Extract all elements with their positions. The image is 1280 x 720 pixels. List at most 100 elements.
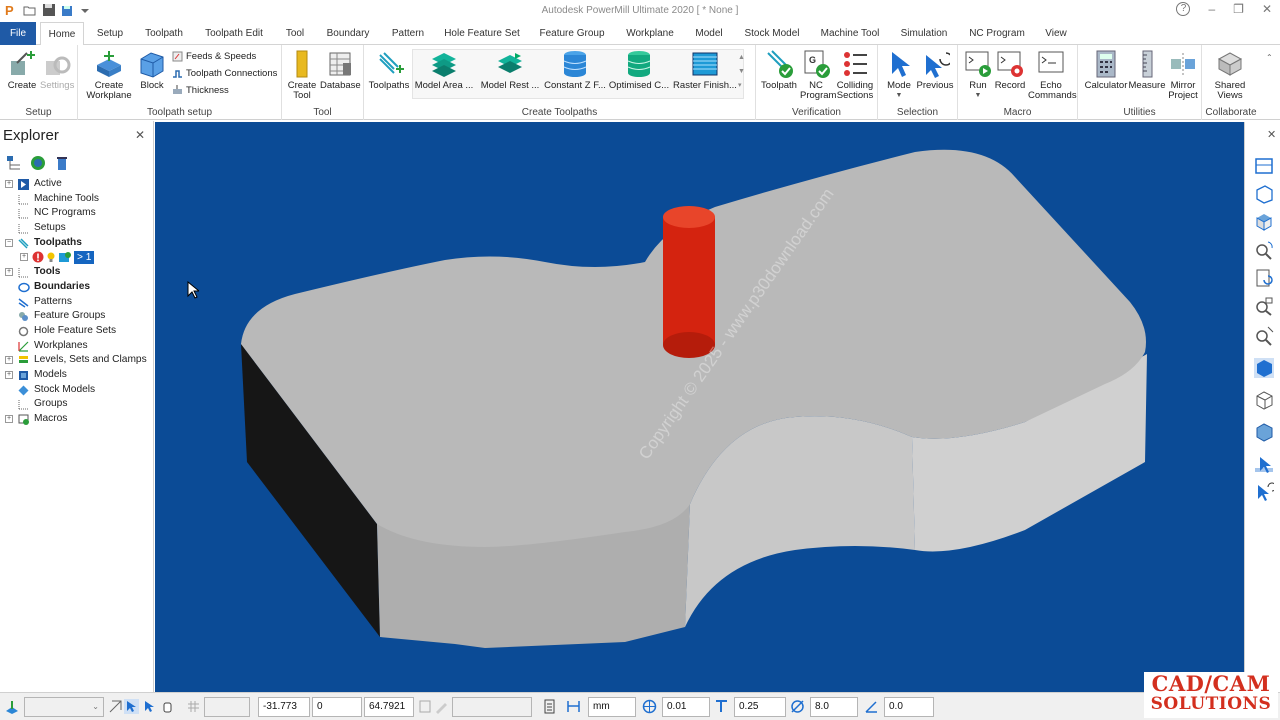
view-iso-icon[interactable] — [1254, 184, 1274, 204]
close-button[interactable]: ✕ — [1262, 2, 1272, 16]
expand-icon[interactable]: + — [5, 370, 13, 379]
tree-item-boundaries[interactable]: Boundaries — [0, 280, 154, 295]
thickness-status-icon[interactable] — [714, 699, 729, 714]
explorer-delete-icon[interactable] — [54, 155, 70, 174]
angle-icon[interactable] — [864, 699, 879, 714]
optimised-constant-z-button[interactable]: Optimised C... — [608, 49, 670, 91]
tree-item-groups[interactable]: Groups — [0, 397, 154, 412]
x-coordinate-field[interactable]: -31.773 — [258, 697, 310, 717]
zoom-refresh-icon[interactable] — [1254, 240, 1274, 260]
tree-item-nc-programs[interactable]: NC Programs — [0, 206, 154, 221]
shaded-wire-view-icon[interactable] — [1254, 422, 1274, 442]
restore-button[interactable]: ❐ — [1233, 2, 1244, 16]
copy-coords-icon[interactable] — [418, 699, 433, 714]
collapse-icon[interactable]: − — [5, 238, 13, 247]
select-pointer-icon[interactable] — [1254, 454, 1274, 474]
tree-item-feature-groups[interactable]: Feature Groups — [0, 309, 154, 324]
tab-machine-tool[interactable]: Machine Tool — [816, 22, 884, 45]
verify-toolpath-button[interactable]: Toolpath — [760, 49, 798, 91]
setup-settings-button[interactable]: Settings — [40, 49, 74, 91]
shared-views-button[interactable]: Shared Views — [1210, 49, 1250, 101]
previous-view-icon[interactable] — [1254, 482, 1277, 502]
tree-item-levels-sets-clamps[interactable]: + Levels, Sets and Clamps — [0, 353, 154, 368]
selection-mode-button[interactable]: Mode ▼ — [882, 49, 916, 101]
tab-stock-model[interactable]: Stock Model — [740, 22, 804, 45]
tree-item-toolpath-1[interactable]: + > 1 — [0, 250, 154, 265]
tab-home[interactable]: Home — [40, 22, 84, 46]
tree-item-toolpaths[interactable]: − Toolpaths — [0, 236, 154, 251]
block-button[interactable]: Block — [136, 49, 168, 91]
pick-position-icon[interactable] — [434, 699, 449, 714]
cursor-snap-icon[interactable] — [124, 699, 139, 714]
tab-model[interactable]: Model — [690, 22, 728, 45]
tree-item-patterns[interactable]: Patterns — [0, 295, 154, 310]
tree-item-active[interactable]: + Active — [0, 177, 154, 192]
run-macro-button[interactable]: Run ▼ — [962, 49, 994, 101]
z-coordinate-field[interactable]: 64.7921 — [364, 697, 414, 717]
expand-icon[interactable]: + — [5, 415, 13, 423]
record-macro-button[interactable]: Record — [994, 49, 1026, 91]
zoom-in-icon[interactable] — [1254, 326, 1274, 346]
wireframe-view-icon[interactable] — [1254, 390, 1274, 410]
snap-icon[interactable] — [108, 699, 123, 714]
toolpaths-strategy-button[interactable]: Toolpaths — [368, 49, 410, 91]
create-workplane-button[interactable]: Create Workplane — [84, 49, 134, 101]
grid-icon[interactable] — [186, 699, 201, 714]
tab-hole-feature-set[interactable]: Hole Feature Set — [442, 22, 522, 45]
colliding-sections-button[interactable]: Colliding Sections — [834, 49, 876, 101]
tab-pattern[interactable]: Pattern — [386, 22, 430, 45]
tab-view[interactable]: View — [1040, 22, 1072, 45]
constant-z-finishing-button[interactable]: Constant Z F... — [544, 49, 606, 91]
help-button[interactable]: ? — [1176, 2, 1191, 16]
tab-tool[interactable]: Tool — [280, 22, 310, 45]
workplane-status-icon[interactable] — [4, 699, 19, 714]
create-tool-button[interactable]: Create Tool — [286, 49, 318, 101]
model-area-clearance-button[interactable]: Model Area ... — [414, 49, 474, 91]
diameter-icon[interactable] — [790, 699, 805, 714]
echo-commands-button[interactable]: Echo Commands — [1028, 49, 1077, 101]
view-toolbar-close-icon[interactable]: ✕ — [1267, 128, 1276, 141]
tab-simulation[interactable]: Simulation — [896, 22, 952, 45]
view-from-top-icon[interactable] — [1254, 156, 1274, 176]
view-iso-shaded-icon[interactable] — [1254, 212, 1274, 232]
tool-database-button[interactable]: Database — [320, 49, 361, 91]
thickness-button[interactable]: Thickness — [172, 85, 229, 96]
expand-icon[interactable]: + — [5, 356, 13, 365]
gallery-scroll[interactable]: ▲ ▼ ▾ — [738, 51, 745, 93]
tab-file[interactable]: File — [0, 22, 36, 45]
workplane-select[interactable]: ⌄ — [24, 697, 104, 717]
feeds-speeds-button[interactable]: Feeds & Speeds — [172, 51, 256, 62]
create-setup-button[interactable]: Create — [6, 49, 38, 91]
tree-item-tools[interactable]: + Tools — [0, 265, 154, 280]
tab-boundary[interactable]: Boundary — [322, 22, 374, 45]
units-field[interactable]: mm — [588, 697, 636, 717]
hand-icon[interactable] — [160, 699, 175, 714]
expand-icon[interactable]: + — [20, 253, 28, 262]
raster-finishing-button[interactable]: Raster Finish... — [672, 49, 738, 91]
tree-item-models[interactable]: + Models — [0, 368, 154, 383]
y-coordinate-field[interactable]: 0 — [312, 697, 362, 717]
tab-feature-group[interactable]: Feature Group — [536, 22, 608, 45]
mirror-project-button[interactable]: Mirror Project — [1166, 49, 1200, 101]
thickness-field[interactable]: 0.25 — [734, 697, 786, 717]
graphics-viewport[interactable]: Copyright © 2025 - www.p30download.com — [155, 122, 1244, 692]
calculator-status-icon[interactable] — [542, 699, 557, 714]
explorer-tree-icon[interactable] — [6, 155, 22, 174]
toolpath-connections-button[interactable]: Toolpath Connections — [172, 68, 277, 79]
tree-item-stock-models[interactable]: Stock Models — [0, 383, 154, 398]
expand-icon[interactable]: + — [5, 180, 13, 188]
refresh-view-icon[interactable] — [1254, 268, 1274, 288]
tolerance-field[interactable]: 0.01 — [662, 697, 710, 717]
angle-field[interactable]: 0.0 — [884, 697, 934, 717]
explorer-globe-icon[interactable] — [30, 155, 46, 174]
explorer-close-icon[interactable]: ✕ — [135, 128, 145, 142]
tree-item-setups[interactable]: Setups — [0, 221, 154, 236]
measure-button[interactable]: Measure — [1128, 49, 1166, 91]
tab-setup[interactable]: Setup — [90, 22, 130, 45]
pointer-icon[interactable] — [142, 699, 157, 714]
units-icon[interactable] — [566, 699, 581, 714]
tab-toolpath-edit[interactable]: Toolpath Edit — [200, 22, 268, 45]
shaded-view-icon[interactable] — [1254, 358, 1274, 378]
tree-item-hole-feature-sets[interactable]: Hole Feature Sets — [0, 324, 154, 339]
calculator-button[interactable]: Calculator — [1082, 49, 1130, 91]
